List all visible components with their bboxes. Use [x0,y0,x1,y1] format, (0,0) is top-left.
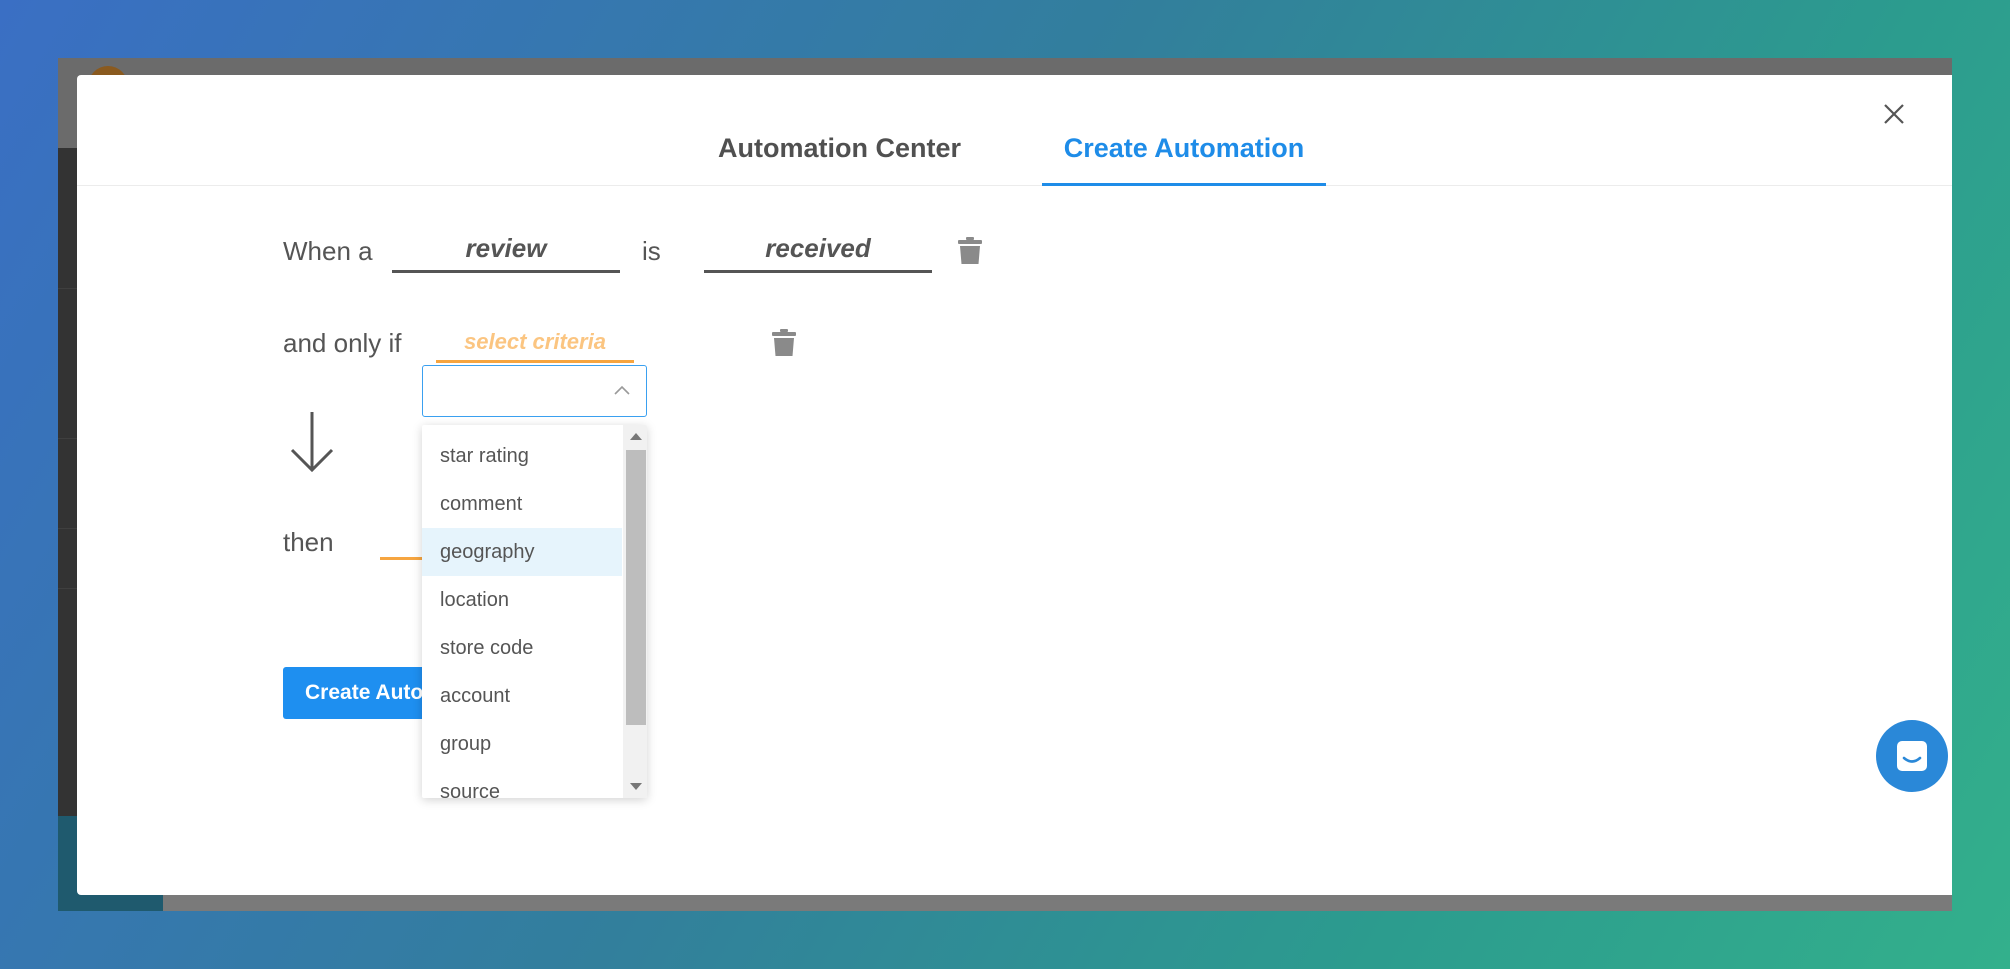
chat-button[interactable] [1876,720,1948,792]
create-automation-modal: Automation Center Create Automation When… [77,75,1952,895]
criteria-placeholder: select criteria [464,329,606,354]
chevron-up-icon [614,385,630,395]
event-field[interactable]: received [704,233,932,273]
tab-label: Create Automation [1063,133,1305,163]
option-source[interactable]: source [422,768,622,799]
scroll-up-arrow-icon[interactable] [630,433,642,440]
option-geography[interactable]: geography [422,528,622,576]
and-only-if-label: and only if [283,328,402,358]
option-account[interactable]: account [422,672,622,720]
create-automation-button[interactable]: Create Automation [283,667,437,719]
subject-field[interactable]: review [392,233,620,273]
is-label: is [642,236,661,266]
criteria-select[interactable] [422,365,647,417]
option-store-code[interactable]: store code [422,624,622,672]
option-star-rating[interactable]: star rating [422,432,622,480]
criteria-field[interactable]: select criteria [436,329,634,363]
criteria-dropdown[interactable]: star rating comment geography location s… [422,425,647,798]
chat-icon [1897,741,1927,771]
tab-create-automation[interactable]: Create Automation [1042,133,1326,186]
create-button-label: Create Automation [305,681,437,704]
option-location[interactable]: location [422,576,622,624]
event-value: received [765,233,871,263]
arrow-down-icon [290,412,334,473]
then-label: then [283,527,334,557]
trash-icon[interactable] [957,237,983,265]
tab-bar: Automation Center Create Automation [77,75,1952,186]
option-group[interactable]: group [422,720,622,768]
scroll-down-arrow-icon[interactable] [630,783,642,790]
when-label: When a [283,236,373,266]
dropdown-scrollbar[interactable] [623,425,647,798]
trash-icon[interactable] [771,329,797,357]
subject-value: review [465,233,547,263]
tab-label: Automation Center [718,133,961,163]
scroll-thumb[interactable] [626,450,646,725]
option-comment[interactable]: comment [422,480,622,528]
tab-automation-center[interactable]: Automation Center [712,133,967,186]
